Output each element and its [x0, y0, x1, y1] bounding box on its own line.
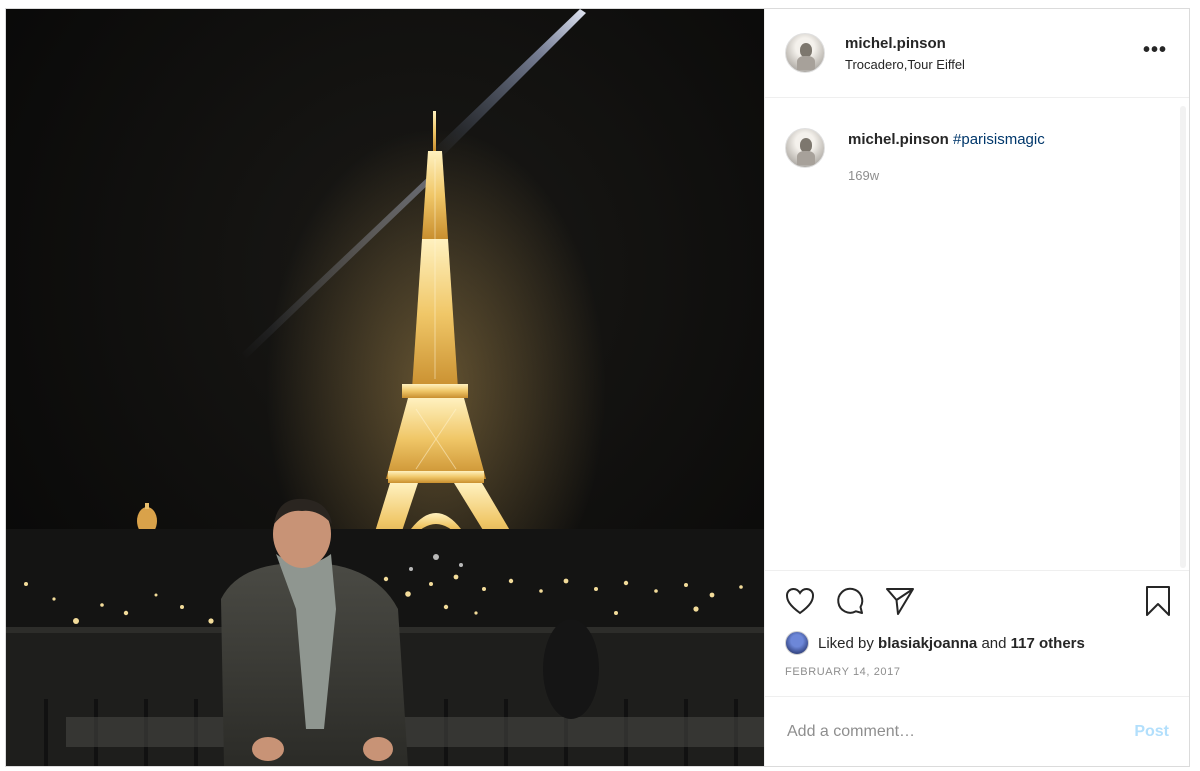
more-options-icon[interactable]: •••: [1143, 40, 1167, 60]
others-link[interactable]: 117 others: [1011, 635, 1085, 652]
liker-username[interactable]: blasiakjoanna: [878, 635, 977, 652]
author-username[interactable]: michel.pinson: [845, 35, 965, 52]
post-age[interactable]: 169w: [848, 168, 1045, 183]
author-avatar[interactable]: [785, 33, 825, 73]
heart-icon[interactable]: [783, 584, 817, 618]
caption-username[interactable]: michel.pinson: [848, 131, 949, 148]
caption: michel.pinson #parisismagic 169w: [785, 128, 1169, 183]
caption-hashtag[interactable]: #parisismagic: [953, 131, 1045, 148]
likes-summary: Liked by blasiakjoanna and 117 others: [765, 630, 1189, 656]
action-bar: [765, 570, 1189, 630]
post-header: michel.pinson Trocadero,Tour Eiffel •••: [765, 9, 1189, 98]
paper-plane-icon[interactable]: [883, 584, 917, 618]
comment-icon[interactable]: [833, 584, 867, 618]
add-comment-bar: Post: [765, 696, 1189, 766]
caption-avatar[interactable]: [785, 128, 825, 168]
post-comment-button[interactable]: Post: [1134, 723, 1169, 741]
liker-avatar[interactable]: [785, 631, 809, 655]
post-location[interactable]: Trocadero,Tour Eiffel: [845, 57, 965, 72]
comments-scrollbar[interactable]: [1180, 106, 1186, 568]
comment-input[interactable]: [785, 721, 1135, 742]
post-dialog: michel.pinson Trocadero,Tour Eiffel ••• …: [5, 8, 1190, 767]
comments-area: michel.pinson #parisismagic 169w: [765, 98, 1189, 570]
post-date[interactable]: FEBRUARY 14, 2017: [765, 666, 1189, 688]
post-side-panel: michel.pinson Trocadero,Tour Eiffel ••• …: [764, 9, 1189, 766]
post-photo[interactable]: [6, 9, 764, 766]
eiffel-night-photo: [6, 9, 764, 766]
bookmark-icon[interactable]: [1141, 584, 1175, 618]
